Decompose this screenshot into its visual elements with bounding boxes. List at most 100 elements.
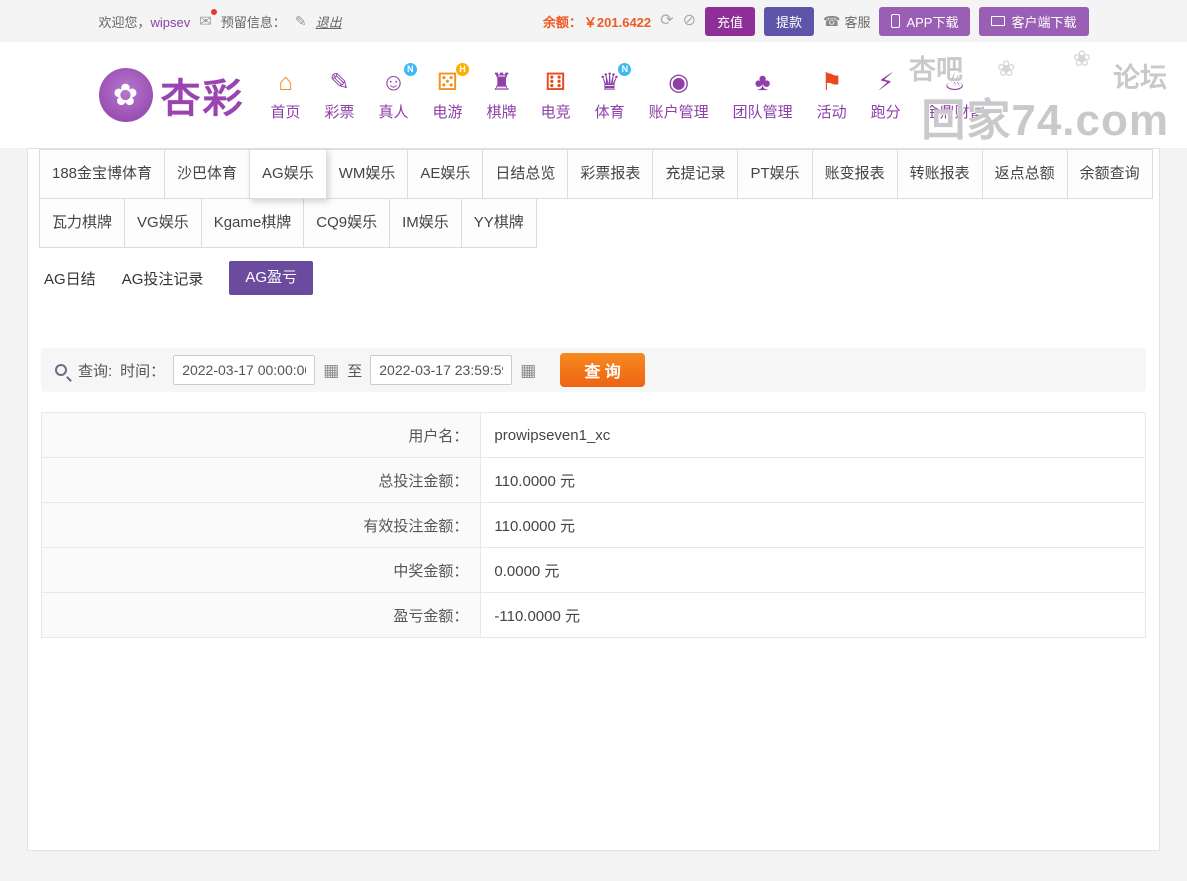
table-row: 有效投注金额： 110.0000 元 [40,502,1146,548]
table-row: 用户名： prowipseven1_xc [40,412,1146,458]
nav-label: 棋牌 [486,103,517,121]
tabs: 188金宝博体育 沙巴体育 AG娱乐 WM娱乐 AE娱乐 日结总览 彩票报表 充提记录 PT娱乐… [28,149,1159,248]
nav-item-esports[interactable]: ⚅ 电竞 [541,69,571,122]
tab-PT娱乐[interactable]: PT娱乐 [737,149,813,199]
logo-flower-icon: ✿ [98,68,153,122]
hide-balance-icon[interactable]: ⊘ [683,13,696,29]
nav-item-boardgames[interactable]: ♜ 棋牌 [487,69,517,122]
tab-瓦力棋牌[interactable]: 瓦力棋牌 [39,198,126,248]
row-label: 总投注金额： [40,457,482,503]
headset-icon: ☎ [823,12,841,29]
monitor-icon [991,16,1006,26]
app-download-label: APP下载 [906,14,959,30]
nav-item-live[interactable]: ☺ N 真人 [378,62,417,122]
table-body: 用户名： prowipseven1_xc 总投注金额： 110.0000 元有效投注金… [40,412,1146,638]
end-time-input[interactable] [370,355,513,385]
app-download-button[interactable]: APP下载 [879,6,971,36]
nav-item-score[interactable]: ⚡ 跑分 [871,69,901,122]
header: ✿ 杏彩 ⌂ 首页 ✎ 彩票 ☺ N 真人 ⚄ H 电游 ♜ 棋牌 ⚅ 电竞 ♛ N 体育 ◉ 账户管理 ♣ 团队管理 ⚑… [0,42,1187,148]
live-icon: ☺ N [381,62,417,97]
deposit-button[interactable]: 充值 [704,6,755,36]
logo[interactable]: ✿ 杏彩 [98,66,245,124]
subtab-AG日结[interactable]: AG日结 [44,268,96,289]
logo-text: 杏彩 [160,77,245,121]
report-card: 188金宝博体育 沙巴体育 AG娱乐 WM娱乐 AE娱乐 日结总览 彩票报表 充提记录 PT娱乐… [27,148,1160,851]
tab-Kgame棋牌[interactable]: Kgame棋牌 [200,198,305,248]
tab-CQ9娱乐[interactable]: CQ9娱乐 [303,198,391,248]
row-label: 中奖金额： [40,547,482,593]
account-icon: ◉ [668,68,690,96]
nav-item-team[interactable]: ♣ 团队管理 [733,69,793,122]
row-value: 110.0000 元 [480,457,1146,503]
tab-VG娱乐[interactable]: VG娱乐 [124,198,202,248]
tab-返点总额[interactable]: 返点总额 [981,149,1068,199]
calendar-icon[interactable]: ▦ [520,362,536,379]
badge-N: N [403,62,417,76]
tabs-row1: 188金宝博体育 沙巴体育 AG娱乐 WM娱乐 AE娱乐 日结总览 彩票报表 充提记录 PT娱乐… [39,149,1159,199]
row-label: 盈亏金额： [40,592,482,638]
tab-彩票报表[interactable]: 彩票报表 [567,149,654,199]
row-label: 有效投注金额： [40,502,482,548]
tab-YY棋牌[interactable]: YY棋牌 [460,198,537,248]
time-label: 时间： [120,362,166,380]
client-download-label: 客户端下载 [1011,14,1077,30]
nav-item-sports[interactable]: ♛ N 体育 [594,62,632,122]
logout-link[interactable]: 退出 [316,12,342,31]
client-download-button[interactable]: 客户端下载 [979,6,1089,36]
withdraw-button[interactable]: 提款 [763,6,814,36]
query-button[interactable]: 查 询 [560,353,645,387]
row-label: 用户名： [40,412,482,458]
tab-转账报表[interactable]: 转账报表 [896,149,983,199]
calendar-icon[interactable]: ▦ [323,362,339,379]
nav-item-wealth[interactable]: ♨ 金鼎财富 [925,69,985,122]
nav-item-egames[interactable]: ⚄ H 电游 [432,62,469,122]
tabs-row2: 瓦力棋牌 VG娱乐 Kgame棋牌 CQ9娱乐 IM娱乐 YY棋牌 [39,198,1159,248]
start-time-input[interactable] [173,355,316,385]
score-icon: ⚡ [877,68,895,96]
phone-icon [891,14,901,28]
topbar: 欢迎您，wipsev ✉ 预留信息： ✎ 退出 余额： ￥201.6422 ⟳ … [0,0,1187,42]
tab-188金宝博体育[interactable]: 188金宝博体育 [39,149,166,199]
nav-label: 团队管理 [732,103,793,121]
tab-WM娱乐[interactable]: WM娱乐 [325,149,409,199]
nav-label: 账户管理 [648,103,709,121]
main-content: 188金宝博体育 沙巴体育 AG娱乐 WM娱乐 AE娱乐 日结总览 彩票报表 充提记录 PT娱乐… [0,148,1187,851]
tab-沙巴体育[interactable]: 沙巴体育 [164,149,251,199]
tab-余额查询[interactable]: 余额查询 [1066,149,1153,199]
search-icon [55,364,67,376]
nav-label: 电游 [432,103,463,121]
subtab-AG投注记录[interactable]: AG投注记录 [122,268,204,289]
welcome-text: 欢迎您，wipsev [99,12,191,31]
boardgames-icon: ♜ [490,68,513,96]
subtab-AG盈亏[interactable]: AG盈亏 [229,261,314,295]
nav-label: 金鼎财富 [924,103,985,121]
nav-item-lottery[interactable]: ✎ 彩票 [325,69,355,122]
nav-label: 真人 [378,103,409,121]
customer-service-link[interactable]: ☎ 客服 [823,12,870,31]
tab-IM娱乐[interactable]: IM娱乐 [389,198,462,248]
nav-label: 体育 [594,103,625,121]
tab-充提记录[interactable]: 充提记录 [652,149,739,199]
tab-AG娱乐[interactable]: AG娱乐 [249,149,327,199]
row-value: -110.0000 元 [480,592,1146,638]
to-label: 至 [347,362,363,380]
table-row: 总投注金额： 110.0000 元 [40,457,1146,503]
refresh-icon[interactable]: ⟳ [660,13,673,29]
tab-日结总览[interactable]: 日结总览 [482,149,569,199]
nav-label: 电竞 [540,103,571,121]
lottery-icon: ✎ [329,68,350,96]
wealth-icon: ♨ [943,68,966,96]
subtabs: AG日结 AG投注记录 AG盈亏 [44,260,1159,296]
nav-item-activity[interactable]: ⚑ 活动 [817,69,847,122]
row-value: 110.0000 元 [480,502,1146,548]
activity-icon: ⚑ [820,68,843,96]
nav-item-home[interactable]: ⌂ 首页 [271,69,301,122]
tab-账变报表[interactable]: 账变报表 [811,149,898,199]
mail-icon[interactable]: ✉ [199,9,217,30]
tab-AE娱乐[interactable]: AE娱乐 [407,149,484,199]
search-bar: 查询: 时间： ▦ 至 ▦ 查 询 [41,348,1146,392]
watermark-text-2: 论坛 [1113,63,1167,93]
edit-icon[interactable]: ✎ [295,13,307,30]
nav-item-account[interactable]: ◉ 账户管理 [649,69,709,122]
nav-label: 跑分 [870,103,901,121]
